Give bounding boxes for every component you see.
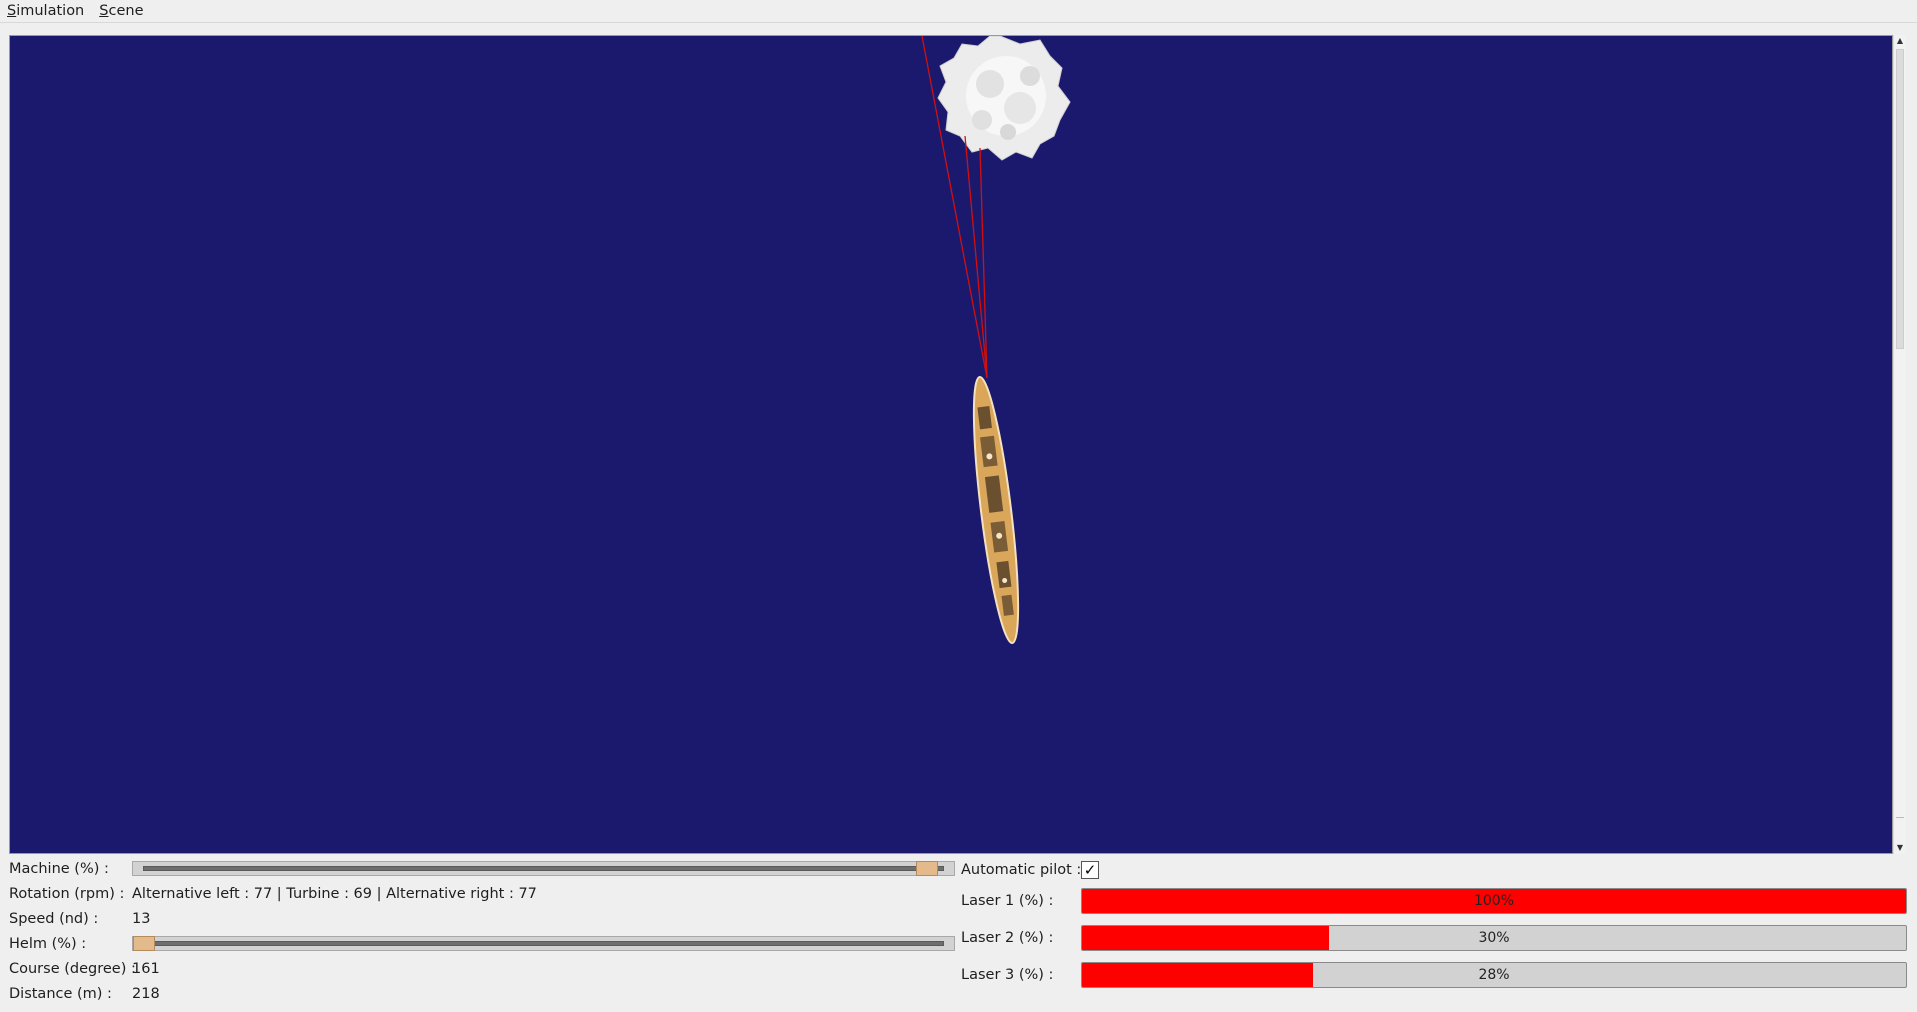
iceberg bbox=[937, 36, 1071, 161]
laser-2-progress-text: 30% bbox=[1478, 930, 1510, 946]
machine-slider[interactable] bbox=[132, 861, 955, 876]
menu-simulation-label: imulation bbox=[16, 2, 85, 19]
machine-slider-handle[interactable] bbox=[916, 861, 938, 876]
menu-scene-label: cene bbox=[108, 2, 144, 19]
laser-3-progress: 28% bbox=[1081, 962, 1907, 988]
scrollbar-track-mark bbox=[1896, 817, 1904, 818]
distance-label: Distance (m) : bbox=[9, 986, 112, 1002]
laser-2-progress: 30% bbox=[1081, 925, 1907, 951]
scroll-up-arrow-icon[interactable]: ▲ bbox=[1894, 35, 1906, 47]
helm-slider-groove bbox=[143, 941, 944, 946]
ship bbox=[972, 375, 1020, 645]
laser-1-label: Laser 1 (%) : bbox=[961, 893, 1054, 909]
viewport-vertical-scrollbar[interactable]: ▲ ▼ bbox=[1893, 35, 1906, 854]
course-label: Course (degree) : bbox=[9, 961, 136, 977]
scroll-down-arrow-icon[interactable]: ▼ bbox=[1894, 842, 1906, 854]
laser-2-label: Laser 2 (%) : bbox=[961, 930, 1054, 946]
scene-canvas bbox=[921, 36, 1071, 645]
speed-label: Speed (nd) : bbox=[9, 911, 99, 927]
laser-3-label: Laser 3 (%) : bbox=[961, 967, 1054, 983]
automatic-pilot-checkbox[interactable]: ✓ bbox=[1081, 861, 1099, 879]
helm-label: Helm (%) : bbox=[9, 936, 87, 952]
distance-value: 218 bbox=[132, 986, 160, 1002]
menu-scene[interactable]: Scene bbox=[91, 0, 150, 23]
rotation-value: Alternative left : 77 | Turbine : 69 | A… bbox=[132, 886, 537, 902]
laser-1-progress: 100% bbox=[1081, 888, 1907, 914]
check-icon: ✓ bbox=[1083, 861, 1097, 879]
machine-label: Machine (%) : bbox=[9, 861, 109, 877]
menu-simulation-accel: S bbox=[7, 2, 17, 19]
rotation-label: Rotation (rpm) : bbox=[9, 886, 125, 902]
simulation-viewport[interactable] bbox=[9, 35, 1893, 854]
scrollbar-thumb[interactable] bbox=[1896, 49, 1904, 349]
course-value: 161 bbox=[132, 961, 160, 977]
helm-slider-handle[interactable] bbox=[133, 936, 155, 951]
menu-bar: Simulation Scene bbox=[0, 0, 1917, 23]
helm-slider[interactable] bbox=[132, 936, 955, 951]
laser-3-progress-text: 28% bbox=[1478, 967, 1510, 983]
speed-value: 13 bbox=[132, 911, 151, 927]
menu-simulation[interactable]: Simulation bbox=[0, 0, 91, 23]
automatic-pilot-label: Automatic pilot : bbox=[961, 862, 1082, 878]
machine-slider-groove bbox=[143, 866, 944, 871]
laser-1-progress-text: 100% bbox=[1473, 893, 1515, 909]
